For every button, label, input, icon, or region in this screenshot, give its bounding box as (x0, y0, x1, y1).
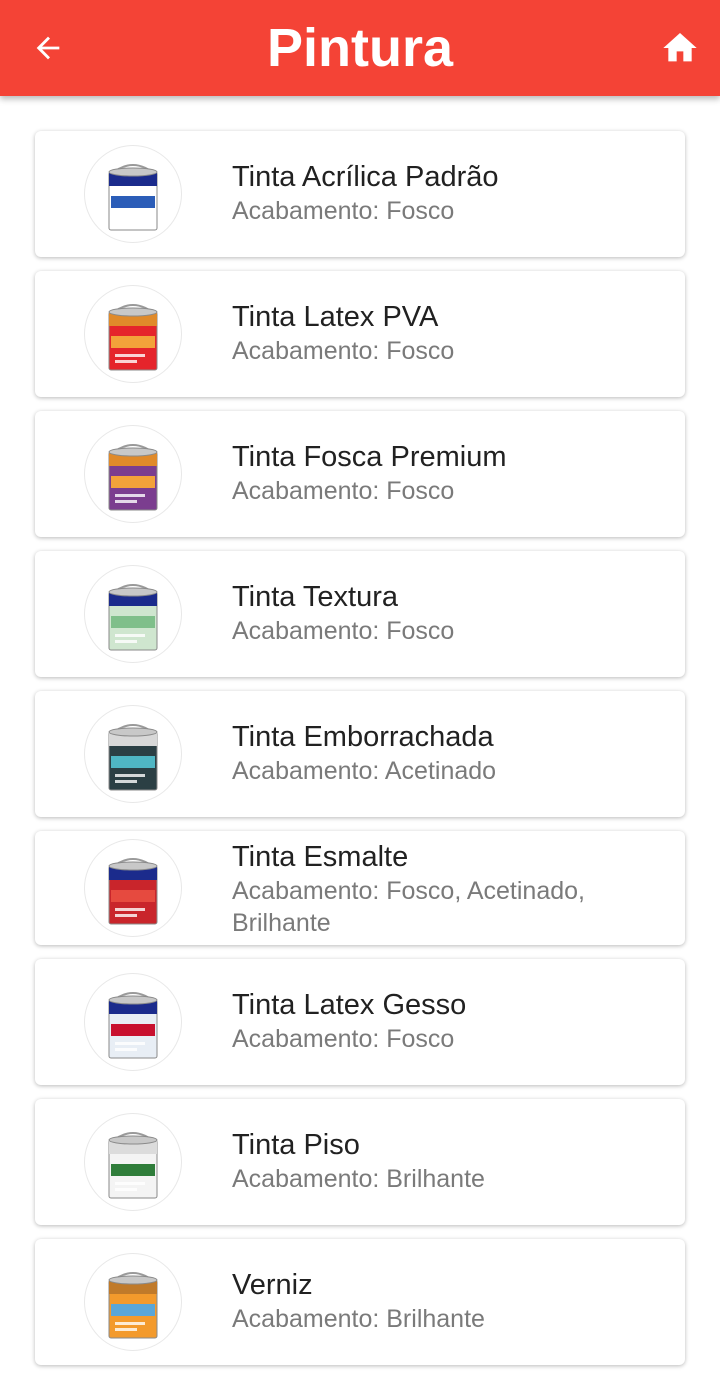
product-card[interactable]: Tinta Acrílica Padrão Acabamento: Fosco (35, 131, 685, 257)
paint-can-icon (108, 992, 158, 1059)
product-name: Tinta Esmalte (232, 841, 409, 873)
paint-can-icon (108, 304, 158, 371)
product-name: Tinta Textura (232, 581, 399, 613)
product-finish: Acabamento: Fosco (232, 477, 455, 505)
product-card[interactable]: Tinta Textura Acabamento: Fosco (35, 551, 685, 677)
product-list[interactable]: Tinta Acrílica Padrão Acabamento: Fosco … (0, 96, 720, 1382)
product-thumbnail (84, 1253, 182, 1351)
product-name: Verniz (232, 1269, 313, 1301)
product-card[interactable]: Tinta Piso Acabamento: Brilhante (35, 1099, 685, 1225)
product-finish: Acabamento: Fosco (232, 337, 455, 365)
product-thumbnail (84, 565, 182, 663)
product-finish: Acabamento: Brilhante (232, 1305, 485, 1333)
product-thumbnail (84, 705, 182, 803)
paint-can-icon (108, 724, 158, 791)
home-icon (663, 33, 697, 62)
product-name: Tinta Piso (232, 1129, 360, 1161)
product-thumbnail (84, 425, 182, 523)
home-button[interactable] (654, 22, 706, 74)
product-card[interactable]: Tinta Fosca Premium Acabamento: Fosco (35, 411, 685, 537)
product-name: Tinta Emborrachada (232, 721, 494, 753)
product-thumbnail (84, 285, 182, 383)
product-finish: Acabamento: Fosco, Acetinado, Brilhante (232, 877, 585, 937)
product-card[interactable]: Tinta Latex Gesso Acabamento: Fosco (35, 959, 685, 1085)
product-finish: Acabamento: Fosco (232, 617, 455, 645)
product-finish: Acabamento: Acetinado (232, 757, 497, 785)
paint-can-icon (108, 1132, 158, 1199)
product-thumbnail (84, 839, 182, 937)
product-thumbnail (84, 1113, 182, 1211)
product-thumbnail (84, 145, 182, 243)
paint-can-icon (108, 444, 158, 511)
product-thumbnail (84, 973, 182, 1071)
app-bar: Pintura (0, 0, 720, 96)
product-finish: Acabamento: Fosco (232, 197, 455, 225)
product-finish: Acabamento: Fosco (232, 1025, 455, 1053)
product-card[interactable]: Tinta Emborrachada Acabamento: Acetinado (35, 691, 685, 817)
product-card[interactable]: Tinta Latex PVA Acabamento: Fosco (35, 271, 685, 397)
product-name: Tinta Latex Gesso (232, 989, 467, 1021)
paint-can-icon (108, 584, 158, 651)
paint-can-icon (108, 1272, 158, 1339)
product-name: Tinta Fosca Premium (232, 441, 507, 473)
paint-can-icon (108, 858, 158, 925)
product-finish: Acabamento: Brilhante (232, 1165, 485, 1193)
product-name: Tinta Latex PVA (232, 301, 439, 333)
product-name: Tinta Acrílica Padrão (232, 161, 499, 193)
page-title: Pintura (266, 18, 454, 78)
product-card[interactable]: Tinta Esmalte Acabamento: Fosco, Acetina… (35, 831, 685, 945)
product-card[interactable]: Verniz Acabamento: Brilhante (35, 1239, 685, 1365)
paint-can-icon (108, 164, 158, 231)
